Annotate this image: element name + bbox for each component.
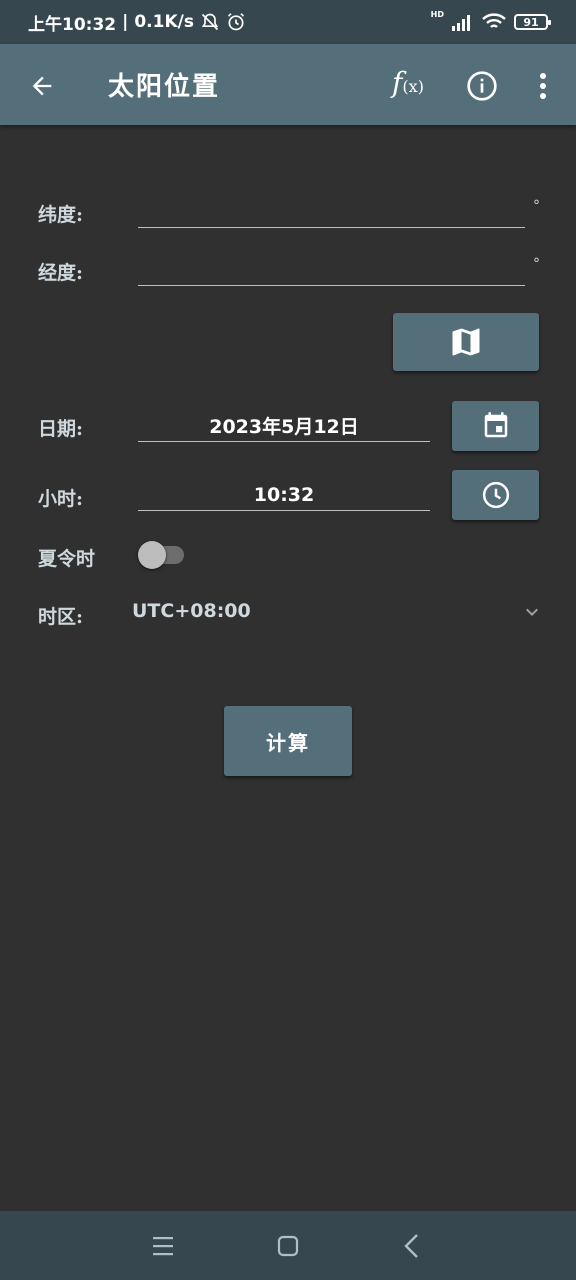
timezone-label: 时区:: [38, 606, 84, 628]
status-time: 上午10:32: [28, 14, 117, 35]
function-icon-suffix: (x): [402, 77, 424, 96]
arrow-left-icon: [32, 76, 52, 96]
info-button[interactable]: [462, 66, 502, 106]
map-button[interactable]: [393, 313, 539, 371]
longitude-unit: °: [533, 256, 540, 272]
status-left: 上午10:32 | 0.1K/s: [28, 10, 246, 35]
calculate-button[interactable]: 计算: [224, 706, 352, 776]
system-back-button[interactable]: [395, 1229, 429, 1263]
more-options-button[interactable]: [528, 66, 558, 106]
battery-level: 91: [523, 15, 539, 29]
latitude-unit: °: [533, 198, 540, 214]
timezone-select[interactable]: UTC+08:00: [132, 600, 251, 622]
calendar-button[interactable]: [452, 401, 539, 451]
date-label: 日期:: [38, 418, 84, 440]
longitude-label: 经度:: [38, 262, 84, 284]
function-button[interactable]: f (x): [388, 66, 428, 106]
map-icon: [452, 328, 480, 356]
dst-toggle[interactable]: [138, 540, 184, 570]
page-title: 太阳位置: [108, 72, 221, 102]
more-vert-icon: [540, 73, 546, 99]
chevron-left-icon: [404, 1234, 418, 1258]
back-button[interactable]: [22, 66, 62, 106]
recent-apps-button[interactable]: [146, 1229, 180, 1263]
hour-label: 小时:: [38, 488, 84, 510]
status-bar: 上午10:32 | 0.1K/s HD 91: [0, 0, 576, 44]
app-bar: 太阳位置 f (x): [0, 44, 576, 125]
clock-icon: [482, 481, 509, 509]
menu-icon: [153, 1237, 173, 1256]
info-icon: [467, 71, 497, 101]
nav-bar: [0, 1211, 576, 1280]
latitude-input[interactable]: [138, 196, 525, 228]
dst-label: 夏令时: [38, 548, 96, 570]
network-type: HD: [430, 10, 444, 19]
status-speed: 0.1K/s: [134, 12, 194, 32]
longitude-input[interactable]: [138, 254, 525, 286]
dst-toggle-thumb: [138, 541, 166, 569]
home-button[interactable]: [271, 1229, 305, 1263]
hour-field[interactable]: 10:32: [138, 479, 430, 511]
battery-icon: 91: [514, 14, 551, 30]
mute-icon: [201, 13, 219, 31]
latitude-label: 纬度:: [38, 204, 84, 226]
calendar-icon: [484, 412, 507, 438]
clock-button[interactable]: [452, 470, 539, 520]
alarm-icon: [227, 13, 245, 31]
function-icon: f: [392, 66, 403, 99]
status-separator: |: [122, 12, 129, 32]
date-field[interactable]: 2023年5月12日: [138, 410, 430, 442]
square-icon: [277, 1235, 299, 1257]
signal-icon: [452, 15, 470, 31]
status-right: HD 91: [430, 10, 551, 31]
wifi-icon: [482, 13, 506, 28]
chevron-down-icon[interactable]: [520, 600, 544, 624]
